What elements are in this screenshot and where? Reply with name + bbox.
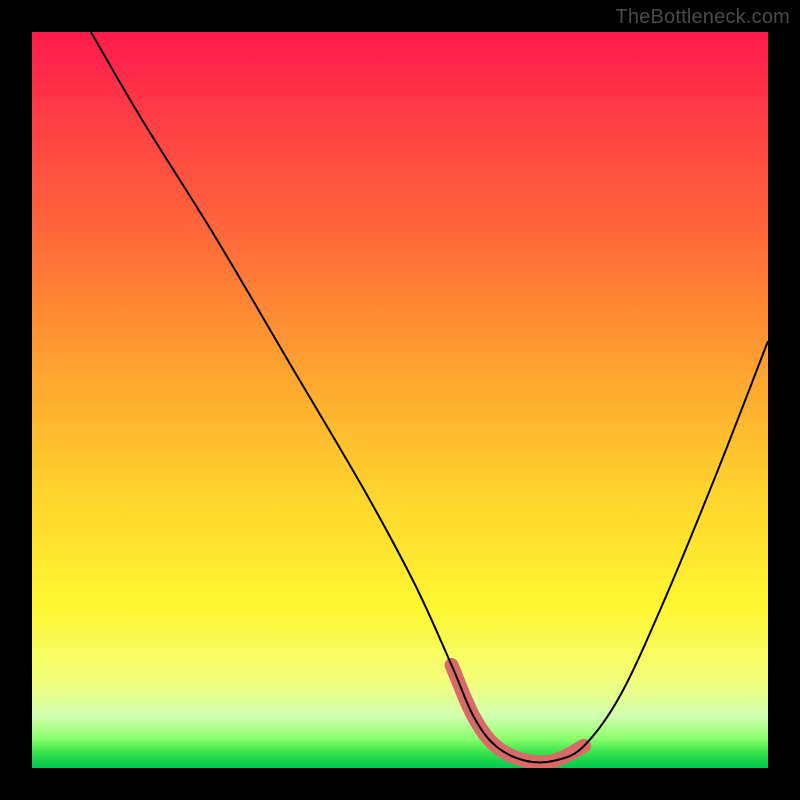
- bottleneck-curve-line: [91, 32, 768, 762]
- plot-area: [32, 32, 768, 768]
- optimal-range-highlight: [452, 665, 585, 762]
- watermark-text: TheBottleneck.com: [615, 6, 790, 29]
- chart-frame: TheBottleneck.com: [0, 0, 800, 800]
- bottleneck-curve-svg: [32, 32, 768, 768]
